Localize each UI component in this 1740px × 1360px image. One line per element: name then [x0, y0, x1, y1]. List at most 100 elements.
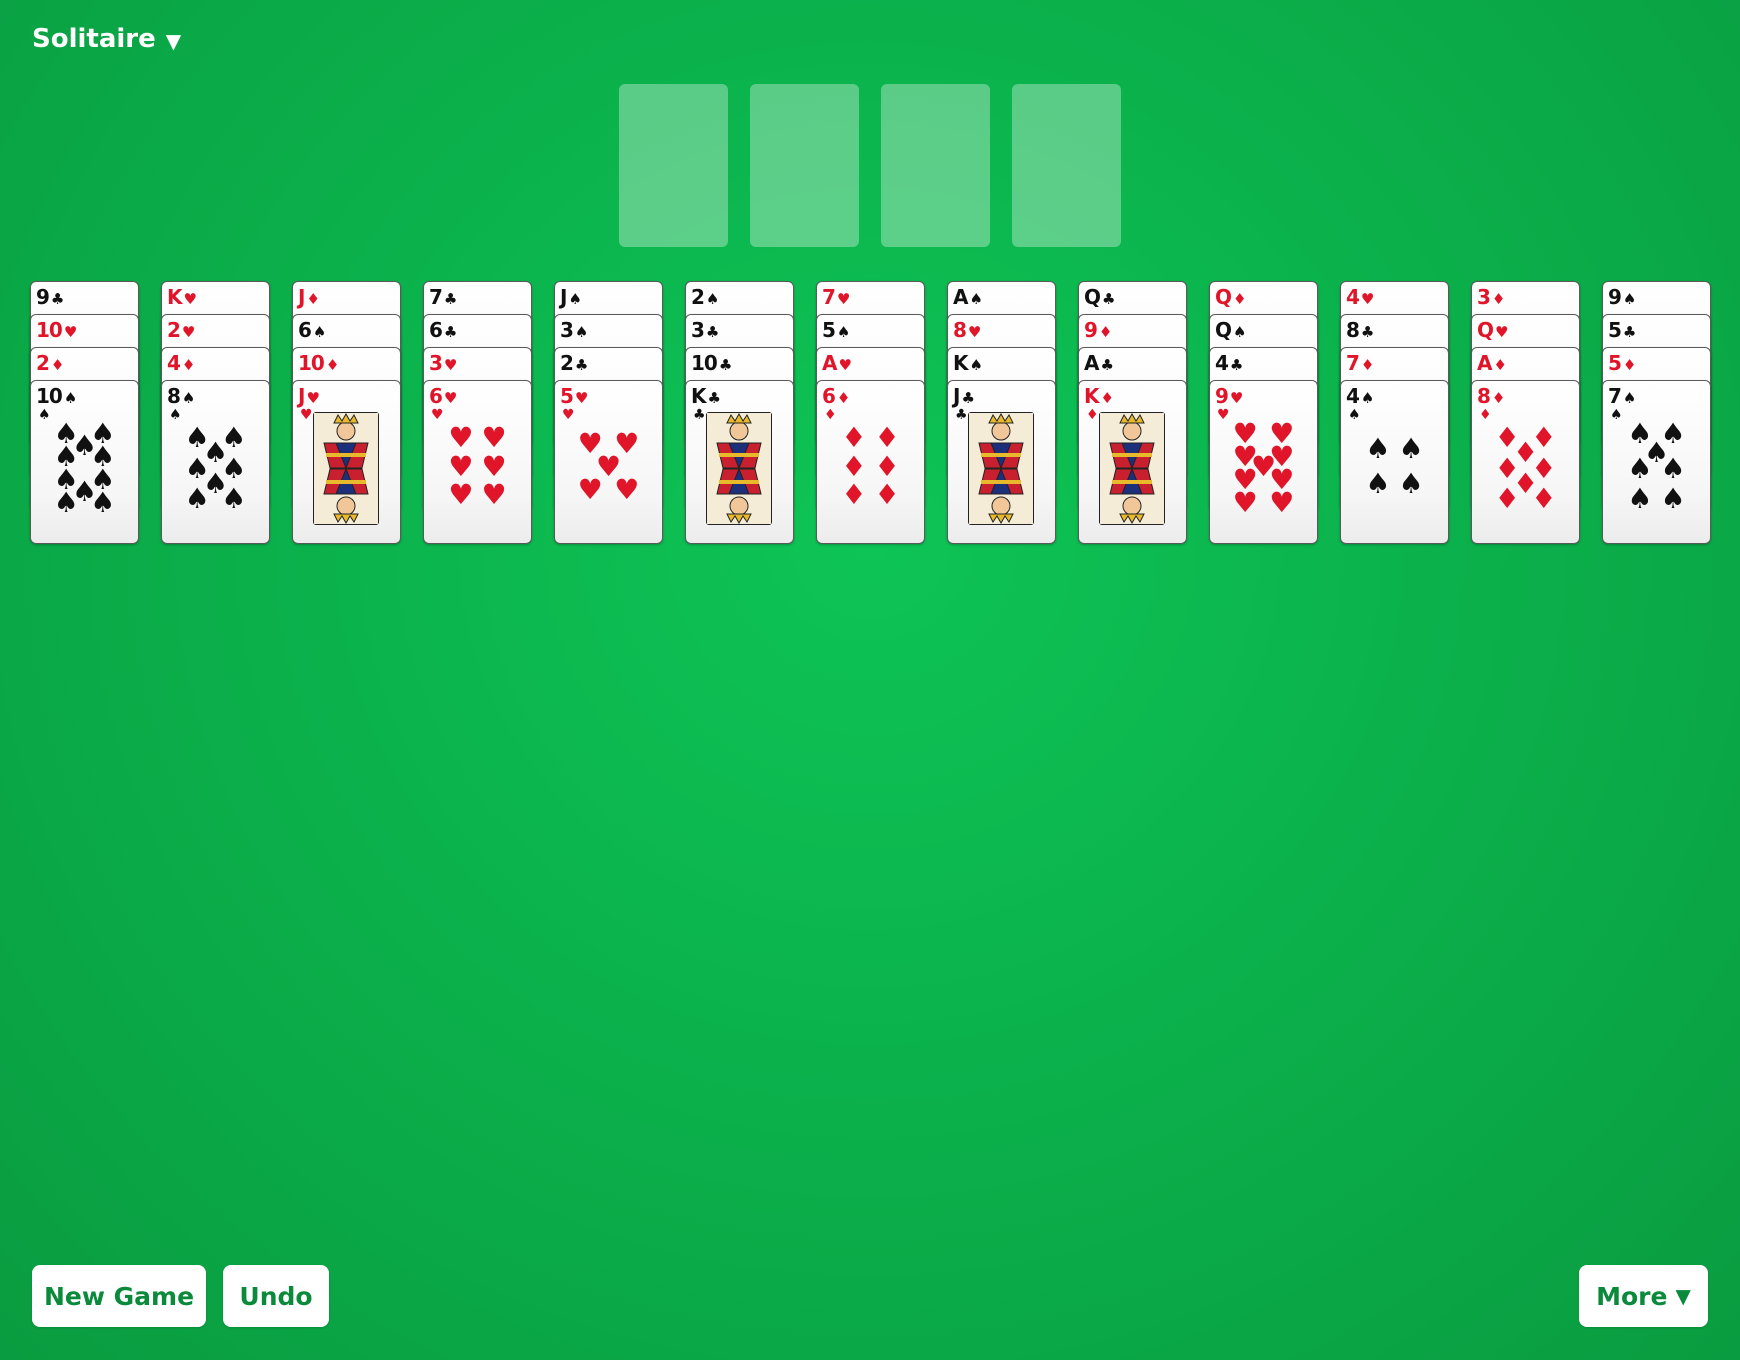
card-index: K ♠ [953, 351, 983, 377]
card-suit-icon: ♣ [705, 323, 719, 341]
playing-card[interactable]: K ♣ ♣ [685, 380, 794, 544]
card-index: 10 ♥ [36, 318, 77, 344]
playing-card[interactable]: 6 ♥ ♥ ♥ ♥ ♥ ♥ ♥ ♥ [423, 380, 532, 544]
card-rank: 7 [429, 285, 443, 309]
suit-pip-icon: ♦ [841, 478, 867, 512]
card-index: 6 ♣ [429, 318, 457, 344]
suit-pip-icon: ♠ [184, 481, 210, 515]
tableau-pile[interactable]: 7 ♥ 5 ♠ A ♥ 6 ♦ ♦ ♦ ♦ ♦ ♦ ♦ ♦ [816, 281, 925, 544]
card-face: ♠ ♠ ♠ ♠ ♠ ♠ ♠ ♠ [162, 381, 269, 543]
card-index: 2 ♠ [691, 285, 719, 311]
card-rank: 5 [1608, 318, 1622, 342]
card-index: Q ♦ [1215, 285, 1247, 311]
card-suit-icon: ♣ [443, 323, 457, 341]
tableau-pile[interactable]: 9 ♣ 10 ♥ 2 ♦ 10 ♠ ♠ ♠ ♠ ♠ ♠ ♠ ♠ ♠ ♠ ♠ ♠ [30, 281, 139, 544]
suit-pip-icon: ♥ [481, 478, 507, 512]
card-index: 8 ♥ [953, 318, 981, 344]
suit-pip-icon: ♠ [1627, 451, 1653, 485]
card-rank: A [1477, 351, 1493, 375]
suit-pip-icon: ♦ [1494, 481, 1520, 515]
card-rank: 4 [1346, 285, 1360, 309]
card-suit-icon: ♥ [967, 323, 981, 341]
undo-button[interactable]: Undo [223, 1265, 329, 1327]
playing-card[interactable]: 8 ♦ ♦ ♦ ♦ ♦ ♦ ♦ ♦ ♦ ♦ [1471, 380, 1580, 544]
playing-card[interactable]: 4 ♠ ♠ ♠ ♠ ♠ ♠ [1340, 380, 1449, 544]
court-card-artwork [968, 412, 1034, 525]
tableau-pile[interactable]: J ♠ 3 ♠ 2 ♣ 5 ♥ ♥ ♥ ♥ ♥ ♥ ♥ [554, 281, 663, 544]
card-face: ♠ ♠ ♠ ♠ [1341, 381, 1448, 543]
card-face: ♥ ♥ ♥ ♥ ♥ ♥ [424, 381, 531, 543]
suit-pip-icon: ♥ [614, 472, 640, 506]
suit-pip-icon: ♥ [1232, 486, 1258, 520]
playing-card[interactable]: J ♥ ♥ [292, 380, 401, 544]
suit-pip-icon: ♠ [1660, 481, 1686, 515]
foundation-slot[interactable] [1012, 84, 1121, 247]
card-suit-icon: ♥ [1360, 290, 1374, 308]
card-rank: 3 [560, 318, 574, 342]
playing-card[interactable]: 10 ♠ ♠ ♠ ♠ ♠ ♠ ♠ ♠ ♠ ♠ ♠ ♠ [30, 380, 139, 544]
playing-card[interactable]: 5 ♥ ♥ ♥ ♥ ♥ ♥ ♥ [554, 380, 663, 544]
card-rank: 3 [691, 318, 705, 342]
card-index: A ♦ [1477, 351, 1507, 377]
card-face [1079, 381, 1186, 543]
card-rank: 10 [691, 351, 718, 375]
game-menu-button[interactable]: Solitaire ▼ [32, 24, 181, 54]
card-index: 10 ♦ [298, 351, 339, 377]
tableau-pile[interactable]: 7 ♣ 6 ♣ 3 ♥ 6 ♥ ♥ ♥ ♥ ♥ ♥ ♥ ♥ [423, 281, 532, 544]
tableau-pile[interactable]: K ♥ 2 ♥ 4 ♦ 8 ♠ ♠ ♠ ♠ ♠ ♠ ♠ ♠ ♠ ♠ [161, 281, 270, 544]
card-index: 7 ♣ [429, 285, 457, 311]
foundation-slot[interactable] [750, 84, 859, 247]
playing-card[interactable]: K ♦ ♦ [1078, 380, 1187, 544]
tableau-pile[interactable]: Q ♦ Q ♠ 4 ♣ 9 ♥ ♥ ♥ ♥ ♥ ♥ ♥ ♥ ♥ ♥ ♥ [1209, 281, 1318, 544]
card-suit-icon: ♠ [568, 290, 581, 308]
card-index: J ♦ [298, 285, 320, 311]
tableau-pile[interactable]: J ♦ 6 ♠ 10 ♦ J ♥ ♥ [292, 281, 401, 544]
tableau: 9 ♣ 10 ♥ 2 ♦ 10 ♠ ♠ ♠ ♠ ♠ ♠ ♠ ♠ ♠ ♠ ♠ ♠ K ♥ 2 ♥ 4 ♦ 8 ♠ ♠ ♠ ♠ ♠ ♠ ♠ ♠ ♠ ♠ J ♦… [30, 281, 1711, 544]
foundation-slot[interactable] [881, 84, 990, 247]
card-face: ♠ ♠ ♠ ♠ ♠ ♠ ♠ ♠ ♠ ♠ [31, 381, 138, 543]
card-index: 9 ♦ [1084, 318, 1112, 344]
card-index: 5 ♦ [1608, 351, 1636, 377]
playing-card[interactable]: 7 ♠ ♠ ♠ ♠ ♠ ♠ ♠ ♠ ♠ [1602, 380, 1711, 544]
card-index: 3 ♠ [560, 318, 588, 344]
playing-card[interactable]: 6 ♦ ♦ ♦ ♦ ♦ ♦ ♦ ♦ [816, 380, 925, 544]
suit-pip-icon: ♥ [481, 449, 507, 483]
more-label: More [1596, 1281, 1668, 1311]
suit-pip-icon: ♦ [874, 449, 900, 483]
playing-card[interactable]: 8 ♠ ♠ ♠ ♠ ♠ ♠ ♠ ♠ ♠ ♠ [161, 380, 270, 544]
card-rank: 5 [1608, 351, 1622, 375]
card-suit-icon: ♥ [63, 323, 77, 341]
card-suit-icon: ♣ [1622, 323, 1636, 341]
court-card-artwork [1099, 412, 1165, 525]
card-suit-icon: ♠ [969, 290, 982, 308]
playing-card[interactable]: 9 ♥ ♥ ♥ ♥ ♥ ♥ ♥ ♥ ♥ ♥ ♥ [1209, 380, 1318, 544]
playing-card[interactable]: J ♣ ♣ [947, 380, 1056, 544]
card-face [686, 381, 793, 543]
court-card-artwork [313, 412, 379, 525]
card-index: J ♠ [560, 285, 582, 311]
card-rank: 2 [691, 285, 705, 309]
tableau-pile[interactable]: 4 ♥ 8 ♣ 7 ♦ 4 ♠ ♠ ♠ ♠ ♠ ♠ [1340, 281, 1449, 544]
card-rank: A [822, 351, 838, 375]
card-rank: K [953, 351, 968, 375]
card-index: 10 ♣ [691, 351, 732, 377]
card-rank: A [953, 285, 969, 309]
card-rank: Q [1084, 285, 1101, 309]
foundation-slot[interactable] [619, 84, 728, 247]
tableau-pile[interactable]: A ♠ 8 ♥ K ♠ J ♣ ♣ [947, 281, 1056, 544]
tableau-pile[interactable]: 3 ♦ Q ♥ A ♦ 8 ♦ ♦ ♦ ♦ ♦ ♦ ♦ ♦ ♦ ♦ [1471, 281, 1580, 544]
tableau-pile[interactable]: 2 ♠ 3 ♣ 10 ♣ K ♣ ♣ [685, 281, 794, 544]
tableau-pile[interactable]: Q ♣ 9 ♦ A ♣ K ♦ ♦ [1078, 281, 1187, 544]
tableau-pile[interactable]: 9 ♠ 5 ♣ 5 ♦ 7 ♠ ♠ ♠ ♠ ♠ ♠ ♠ ♠ ♠ [1602, 281, 1711, 544]
card-suit-icon: ♠ [836, 323, 850, 341]
card-index: 3 ♦ [1477, 285, 1505, 311]
card-suit-icon: ♥ [181, 323, 195, 341]
suit-pip-icon: ♠ [1660, 451, 1686, 485]
more-button[interactable]: More ▼ [1579, 1265, 1708, 1327]
card-rank: 7 [1346, 351, 1360, 375]
new-game-button[interactable]: New Game [32, 1265, 206, 1327]
suit-pip-icon: ♠ [1365, 466, 1391, 500]
card-index: 4 ♥ [1346, 285, 1374, 311]
card-suit-icon: ♣ [1102, 290, 1115, 308]
suit-pip-icon: ♦ [874, 420, 900, 454]
